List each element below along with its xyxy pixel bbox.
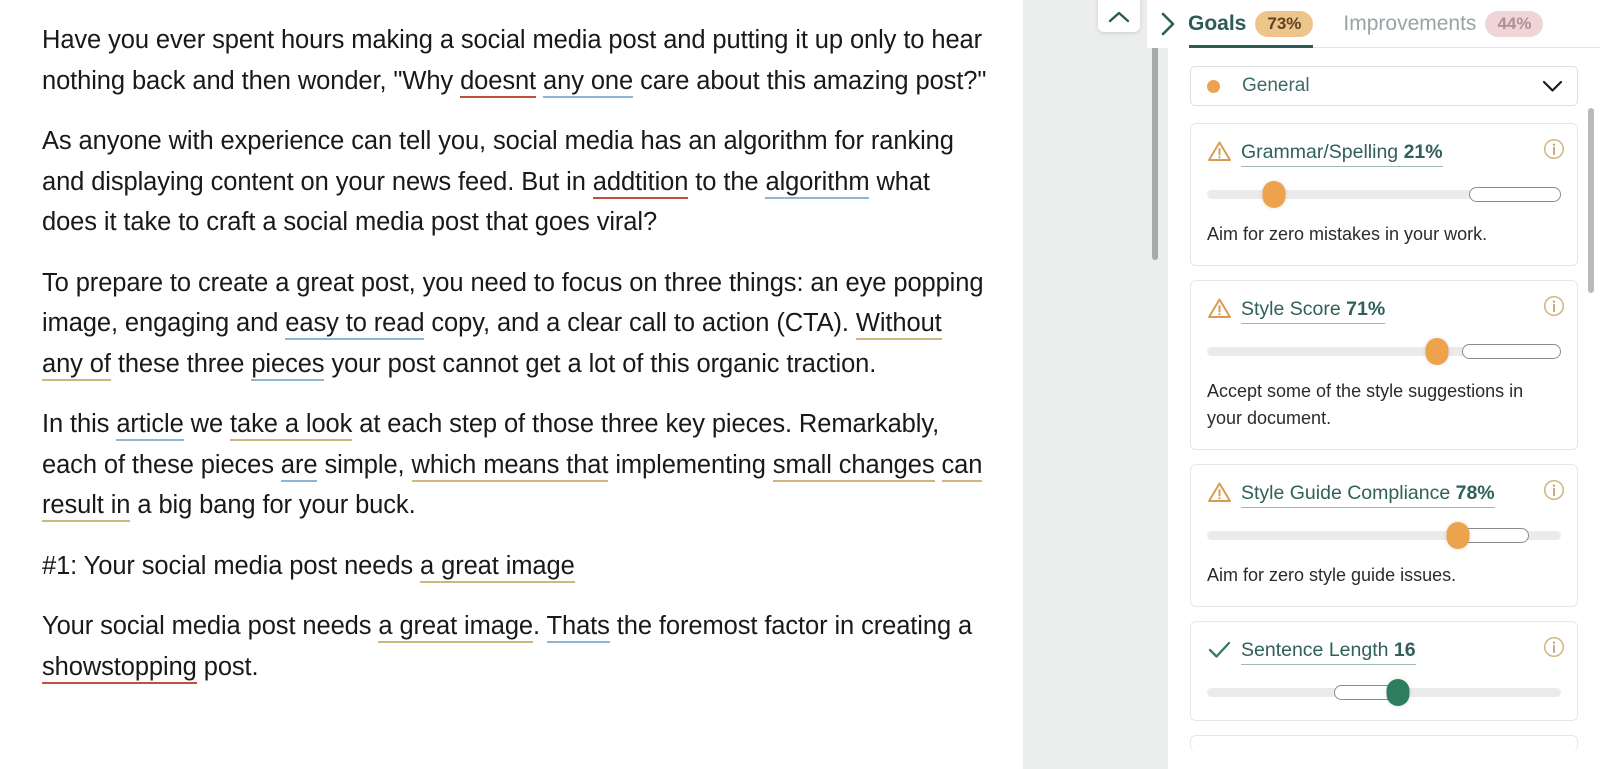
panel-scrollbar-thumb[interactable] — [1588, 108, 1594, 293]
slider-thumb[interactable] — [1446, 522, 1470, 549]
style-suggestion[interactable]: pieces — [251, 349, 325, 381]
goal-card: Sentence Length 16 — [1190, 621, 1578, 721]
style-suggestion[interactable]: Thats — [546, 612, 610, 643]
chevron-up-icon — [1108, 11, 1130, 23]
editor-panel-gutter — [1023, 0, 1189, 769]
panel-tabs: Goals 73% Improvements 44% — [1168, 0, 1600, 48]
warning-icon — [1208, 141, 1231, 161]
style-suggestion[interactable]: any one — [543, 66, 633, 98]
goal-card-header: Style Guide Compliance 78% — [1207, 481, 1561, 509]
info-icon — [1543, 636, 1565, 658]
expand-panel-button[interactable] — [1147, 0, 1189, 48]
warning-icon — [1208, 482, 1231, 502]
spelling-suggestion[interactable]: showstopping — [42, 652, 197, 684]
goal-info-button[interactable] — [1542, 478, 1566, 507]
document-editor[interactable]: Have you ever spent hours making a socia… — [0, 0, 1023, 769]
collapse-up-button[interactable] — [1098, 0, 1140, 32]
document-paragraph: Your social media post needs a great ima… — [42, 606, 989, 687]
document-paragraph: In this article we take a look at each s… — [42, 404, 989, 526]
info-icon — [1543, 138, 1565, 160]
tab-score-badge: 44% — [1485, 10, 1544, 37]
goal-info-button[interactable] — [1542, 635, 1566, 664]
style-suggestion[interactable]: are — [280, 450, 318, 482]
goals-panel: Goals 73% Improvements 44% General Grammar/… — [1168, 0, 1600, 769]
goal-title[interactable]: Style Score 71% — [1241, 298, 1386, 324]
warning-icon-wrap — [1207, 140, 1232, 168]
slider-target-range — [1461, 344, 1561, 359]
goal-card-header: Grammar/Spelling 21% — [1207, 140, 1561, 168]
tab-improvements[interactable]: Improvements 44% — [1343, 0, 1544, 48]
warning-icon-wrap — [1207, 481, 1232, 509]
editor-scrollbar-thumb[interactable] — [1152, 45, 1158, 260]
goal-card: Style Guide Compliance 78% Aim for zero s… — [1190, 464, 1578, 607]
style-guide-suggestion[interactable]: Without any of — [42, 309, 942, 381]
goal-card-header: Style Score 71% — [1207, 297, 1561, 325]
goal-card: Style Score 71% Accept some of the style … — [1190, 280, 1578, 450]
goal-description: Aim for zero style guide issues. — [1207, 565, 1457, 585]
warning-icon — [1208, 298, 1231, 318]
goal-card-partial — [1190, 735, 1578, 752]
tab-label: Goals — [1188, 11, 1247, 35]
style-suggestion[interactable]: article — [116, 410, 184, 441]
info-icon — [1543, 479, 1565, 501]
app-root: Have you ever spent hours making a socia… — [0, 0, 1600, 769]
tab-goals[interactable]: Goals 73% — [1188, 0, 1314, 48]
style-suggestion[interactable]: algorithm — [765, 167, 870, 199]
goal-category-select[interactable]: General — [1190, 66, 1578, 106]
goal-title[interactable]: Grammar/Spelling 21% — [1241, 141, 1443, 167]
panel-body: General Grammar/Spelling 21% Aim for zero… — [1168, 48, 1600, 769]
warning-icon-wrap — [1207, 297, 1232, 325]
info-icon — [1543, 295, 1565, 317]
chevron-right-icon — [1161, 12, 1175, 36]
goal-slider[interactable] — [1207, 181, 1561, 208]
check-icon — [1208, 641, 1231, 658]
style-suggestion[interactable]: easy to read — [285, 309, 425, 340]
document-paragraph: Have you ever spent hours making a socia… — [42, 20, 989, 101]
goal-category-label: General — [1242, 75, 1310, 96]
slider-thumb[interactable] — [1386, 679, 1410, 706]
spelling-suggestion[interactable]: addtition — [592, 167, 688, 199]
style-guide-suggestion[interactable]: a great image — [378, 612, 533, 643]
slider-thumb[interactable] — [1425, 338, 1449, 365]
goal-slider[interactable] — [1207, 679, 1561, 706]
tab-label: Improvements — [1343, 11, 1477, 35]
style-guide-suggestion[interactable]: which means that — [411, 450, 608, 482]
document-paragraph: To prepare to create a great post, you n… — [42, 263, 989, 385]
goal-card: Grammar/Spelling 21% Aim for zero mistake… — [1190, 123, 1578, 266]
style-guide-suggestion[interactable]: take a look — [230, 410, 352, 441]
category-status-dot — [1207, 79, 1220, 93]
slider-target-range — [1468, 187, 1561, 202]
slider-thumb[interactable] — [1262, 181, 1286, 208]
style-guide-suggestion[interactable]: small changes — [772, 450, 935, 482]
goal-card-list: Grammar/Spelling 21% Aim for zero mistake… — [1190, 123, 1578, 752]
spelling-suggestion[interactable]: doesnt — [460, 66, 536, 98]
goal-info-button[interactable] — [1542, 294, 1566, 323]
goal-title[interactable]: Style Guide Compliance 78% — [1241, 482, 1495, 508]
goal-info-button[interactable] — [1542, 137, 1566, 166]
style-guide-suggestion[interactable]: a great image — [420, 551, 575, 583]
tab-score-badge: 73% — [1255, 10, 1314, 37]
goal-description: Aim for zero mistakes in your work. — [1207, 224, 1488, 244]
chevron-down-icon — [1542, 80, 1563, 92]
goal-slider[interactable] — [1207, 338, 1561, 365]
goal-slider[interactable] — [1207, 522, 1561, 549]
goal-title[interactable]: Sentence Length 16 — [1241, 639, 1416, 665]
document-paragraph: #1: Your social media post needs a great… — [42, 546, 989, 587]
goal-card-header: Sentence Length 16 — [1207, 638, 1561, 666]
document-paragraph: As anyone with experience can tell you, … — [42, 127, 954, 236]
check-icon-wrap — [1207, 638, 1232, 666]
goal-description: Accept some of the style suggestions in … — [1207, 381, 1524, 428]
